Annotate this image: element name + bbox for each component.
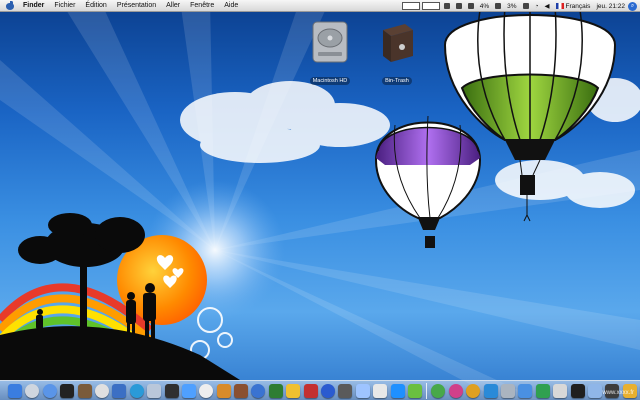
dock-app-icon[interactable] [60, 383, 75, 398]
dock-app-icon[interactable] [8, 383, 22, 398]
desktop[interactable]: Macintosh HD Bin-Trash Finder Fichier Éd… [0, 0, 640, 400]
dock-app-icon[interactable] [25, 383, 40, 398]
dock-app-icon[interactable] [94, 383, 109, 398]
dock-app-icon[interactable] [42, 383, 57, 398]
menu-aide[interactable]: Aide [219, 0, 243, 12]
dock-app-icon[interactable] [77, 383, 92, 398]
dock-app-icon[interactable] [448, 383, 463, 398]
wifi-icon[interactable]: ◔ [535, 3, 539, 10]
volume-icon[interactable]: ◀ [545, 2, 550, 10]
dock-app-icon[interactable] [112, 383, 127, 398]
menu-finder[interactable]: Finder [18, 0, 49, 12]
status-icon[interactable] [467, 3, 474, 9]
clock[interactable]: jeu. 21:22 [596, 3, 625, 10]
dock-app-icon[interactable] [147, 383, 162, 398]
dock-app-icon[interactable] [321, 383, 336, 398]
dock-app-icon[interactable] [483, 383, 498, 398]
french-flag-icon [555, 3, 564, 9]
desktop-icon-label: Bin-Trash [382, 77, 412, 85]
dock-app-icon[interactable] [234, 383, 249, 398]
dock-app-icon[interactable] [164, 383, 179, 398]
dock-app-icon[interactable] [216, 383, 231, 398]
dock-divider [426, 382, 428, 399]
dock-app-icon[interactable] [500, 383, 515, 398]
menu-fichier[interactable]: Fichier [49, 0, 80, 12]
status-icon[interactable] [443, 3, 450, 9]
dock-app-icon[interactable] [338, 383, 353, 398]
dock-app-icon[interactable] [268, 383, 283, 398]
dock-app-icon[interactable] [390, 383, 405, 398]
dock [0, 380, 640, 400]
cpu-icon[interactable] [495, 3, 502, 9]
dock-app-icon[interactable] [535, 383, 550, 398]
dock-app-icon[interactable] [518, 383, 533, 398]
monitor-graph-icon[interactable] [401, 2, 420, 10]
dock-app-icon[interactable] [286, 383, 301, 398]
dock-app-icon[interactable] [553, 383, 568, 398]
dock-app-icon[interactable] [129, 383, 144, 398]
spotlight-icon[interactable]: ⌕ [628, 1, 637, 11]
watermark: www.xxxx.fr [602, 390, 634, 396]
menu-edition[interactable]: Édition [80, 0, 111, 12]
dock-app-icon[interactable] [570, 383, 585, 398]
menu-presentation[interactable]: Présentation [112, 0, 161, 12]
language-label: Français [565, 2, 591, 10]
dock-app-icon[interactable] [251, 383, 266, 398]
dock-app-icon[interactable] [587, 383, 602, 398]
desktop-icon-bin-trash[interactable]: Bin-Trash [367, 20, 427, 87]
apple-menu-icon[interactable] [6, 1, 14, 10]
dock-app-icon[interactable] [199, 383, 214, 398]
menu-bar: Finder Fichier Édition Présentation Alle… [0, 0, 640, 12]
monitor-graph-icon[interactable] [421, 2, 440, 10]
dock-app-icon[interactable] [303, 383, 318, 398]
dock-app-icon[interactable] [466, 383, 481, 398]
hard-drive-icon [312, 21, 348, 63]
dock-app-icon[interactable] [181, 383, 196, 398]
battery-percent[interactable]: 4% [480, 3, 489, 10]
language-selector[interactable]: Français [555, 2, 591, 10]
dock-app-icon[interactable] [355, 383, 370, 398]
dock-app-icon[interactable] [373, 383, 388, 398]
dock-app-icon[interactable] [407, 383, 422, 398]
trash-box-icon [383, 24, 413, 62]
dock-app-icon[interactable] [431, 383, 446, 398]
bluetooth-icon[interactable] [522, 3, 529, 9]
cpu-percent[interactable]: 3% [507, 3, 516, 10]
desktop-icon-label: Macintosh HD [309, 77, 351, 85]
desktop-icon-macintosh-hd[interactable]: Macintosh HD [300, 20, 360, 87]
status-icon[interactable] [455, 3, 462, 9]
menu-fenetre[interactable]: Fenêtre [185, 0, 219, 12]
menu-aller[interactable]: Aller [161, 0, 185, 12]
menu-extras: 4% 3% ◔ ◀ Français jeu. 21:22 ⌕ [401, 0, 640, 12]
